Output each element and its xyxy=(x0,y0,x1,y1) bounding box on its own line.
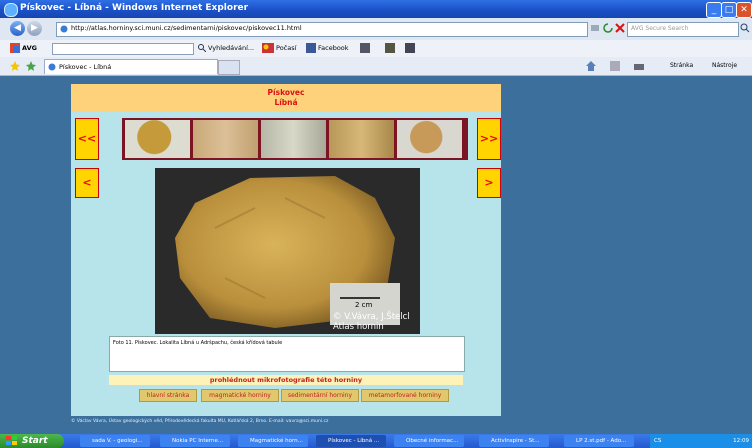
nav-igneous-rocks[interactable]: magmatické horniny xyxy=(201,389,279,402)
minimize-button[interactable]: _ xyxy=(706,2,722,18)
tab-label: Pískovec - Líbná xyxy=(59,63,112,71)
print-icon[interactable] xyxy=(634,61,644,71)
window-title: Pískovec - Líbná - Windows Internet Expl… xyxy=(20,3,249,13)
address-bar[interactable]: http://atlas.horniny.sci.muni.cz/sedimen… xyxy=(56,22,588,37)
avg-logo-icon xyxy=(10,43,20,53)
thumbnail[interactable] xyxy=(193,120,258,158)
start-button[interactable]: Start xyxy=(0,434,64,448)
tab-page-icon xyxy=(48,63,56,71)
tools-menu[interactable]: Nástroje xyxy=(712,62,737,69)
sandstone-rock-image xyxy=(175,176,400,328)
add-favorite-icon[interactable] xyxy=(26,61,36,71)
taskbar-item[interactable]: Magmatické horn... xyxy=(238,435,308,447)
thumbnail[interactable] xyxy=(397,120,462,158)
magnifier-icon xyxy=(198,44,206,52)
mail-icon[interactable] xyxy=(360,43,370,53)
new-tab-button[interactable] xyxy=(218,60,240,75)
facebook-button[interactable]: Facebook xyxy=(318,44,349,52)
thumbnail[interactable] xyxy=(261,120,326,158)
rock-photo: 2 cm © V.Vávra, J.Štelcl Atlas hornin xyxy=(155,168,420,334)
settings-icon[interactable] xyxy=(405,43,415,53)
prev-set-button[interactable]: << xyxy=(75,118,99,160)
tab-piskovec[interactable]: Pískovec - Líbná xyxy=(44,59,218,74)
news-icon[interactable] xyxy=(385,43,395,53)
taskbar-item[interactable]: sada V. - geologi... xyxy=(80,435,150,447)
windows-logo-icon xyxy=(6,436,17,445)
nav-main-page[interactable]: hlavní stránka xyxy=(139,389,197,402)
compatibility-icon[interactable] xyxy=(590,23,600,33)
page-menu[interactable]: Stránka xyxy=(670,62,693,69)
page-title: Pískovec xyxy=(267,88,305,97)
search-icon[interactable] xyxy=(740,23,750,33)
page-icon xyxy=(60,25,68,33)
taskbar: Start sada V. - geologi... Nokia PC Inte… xyxy=(0,434,752,448)
taskbar-item[interactable]: Nokia PC Interne... xyxy=(160,435,230,447)
photo-watermark: Atlas hornin xyxy=(333,322,384,332)
back-icon[interactable]: ◀ xyxy=(10,21,25,36)
thumbnail[interactable] xyxy=(329,120,394,158)
thumbnail[interactable] xyxy=(125,120,190,158)
avg-toolbar: AVG Vyhledávání... Počasí Facebook xyxy=(0,40,752,58)
nav-sedimentary-rocks[interactable]: sedimentární horniny xyxy=(281,389,359,402)
page-header: Pískovec Líbná xyxy=(71,84,501,112)
browser-viewport: Pískovec Líbná << >> < > 2 cm © V.Vávra,… xyxy=(0,76,752,434)
facebook-icon xyxy=(306,43,316,53)
refresh-icon[interactable] xyxy=(603,23,613,33)
photo-credit: © V.Vávra, J.Štelcl xyxy=(333,312,410,322)
next-set-button[interactable]: >> xyxy=(477,118,501,160)
scale-label: 2 cm xyxy=(355,301,373,309)
search-input[interactable]: AVG Secure Search xyxy=(627,22,739,37)
taskbar-item[interactable]: LP 2.st.pdf - Ado... xyxy=(564,435,634,447)
maximize-button[interactable]: □ xyxy=(721,2,737,18)
forward-icon[interactable]: ▶ xyxy=(27,21,42,36)
page-footer: © Václav Vávra, Ústav geologických věd, … xyxy=(71,416,501,427)
nav-metamorphic-rocks[interactable]: metamorfované horniny xyxy=(361,389,449,402)
taskbar-item-active[interactable]: Pískovec - Líbná ... xyxy=(316,435,386,447)
avg-search-button[interactable]: Vyhledávání... xyxy=(208,44,254,52)
photo-caption: Foto 11. Pískovec. Lokalita Líbná u Adrš… xyxy=(113,340,283,346)
search-placeholder: AVG Secure Search xyxy=(631,25,689,32)
microphotos-link[interactable]: prohlédnout mikrofotografie této horniny xyxy=(109,375,463,385)
photo-caption-box: Foto 11. Pískovec. Lokalita Líbná u Adrš… xyxy=(109,336,465,372)
tab-bar: Pískovec - Líbná Stránka Nástroje xyxy=(0,57,752,76)
navigation-bar: ◀ ▶ http://atlas.horniny.sci.muni.cz/sed… xyxy=(0,18,752,41)
start-label: Start xyxy=(22,436,48,446)
weather-icon xyxy=(262,43,274,53)
home-icon[interactable] xyxy=(586,61,596,71)
ie-icon xyxy=(4,3,18,17)
weather-button[interactable]: Počasí xyxy=(276,44,296,52)
avg-search-field[interactable] xyxy=(52,43,194,55)
system-tray: CS 12:09 xyxy=(650,434,752,448)
clock: 12:09 xyxy=(733,438,749,444)
page-subtitle: Líbná xyxy=(274,98,298,107)
taskbar-item[interactable]: Obecné informac... xyxy=(394,435,464,447)
close-button[interactable]: ✕ xyxy=(736,2,752,18)
next-photo-button[interactable]: > xyxy=(477,168,501,198)
web-page: Pískovec Líbná << >> < > 2 cm © V.Vávra,… xyxy=(71,84,501,427)
avg-label[interactable]: AVG xyxy=(22,44,37,52)
address-text: http://atlas.horniny.sci.muni.cz/sedimen… xyxy=(71,24,302,32)
favorites-star-icon[interactable] xyxy=(10,61,20,71)
taskbar-item[interactable]: ActivInspire - St... xyxy=(479,435,549,447)
thumbnail-strip xyxy=(122,118,468,160)
feeds-icon[interactable] xyxy=(610,61,620,71)
stop-icon[interactable] xyxy=(615,23,625,33)
prev-photo-button[interactable]: < xyxy=(75,168,99,198)
window-titlebar: Pískovec - Líbná - Windows Internet Expl… xyxy=(0,0,752,18)
